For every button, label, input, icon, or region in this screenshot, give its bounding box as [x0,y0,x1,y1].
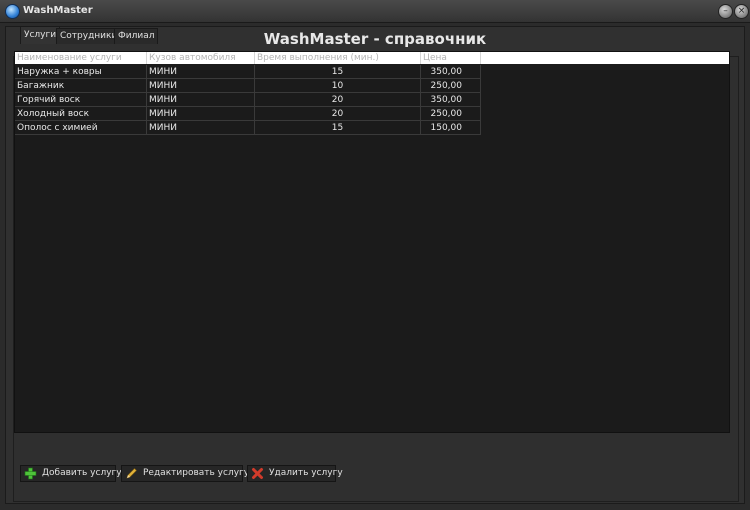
delete-service-button[interactable]: Удалить услугу [247,465,343,482]
add-service-button[interactable]: Добавить услугу [20,465,122,482]
app-icon [5,4,20,19]
window-title: WashMaster [23,5,93,16]
cell-time: 10 [255,79,421,93]
cell-price: 350,00 [421,65,481,79]
close-icon[interactable]: × [734,4,749,19]
cell-name: Багажник [15,79,147,93]
delete-x-icon [252,468,263,479]
delete-service-label: Удалить услугу [269,468,343,478]
plus-icon [24,467,37,480]
column-header-price[interactable]: Цена [421,52,481,64]
pencil-icon [126,468,137,479]
title-bar: WashMaster – × [0,0,750,23]
cell-time: 15 [255,65,421,79]
services-table[interactable]: Наименование услуги Кузов автомобиля Вре… [14,51,730,433]
cell-name: Ополос с химией [15,121,147,135]
table-row[interactable]: Багажник МИНИ 10 250,00 [15,79,481,93]
tab-services[interactable]: Услуги [20,26,61,44]
cell-name: Наружка + ковры [15,65,147,79]
cell-name: Горячий воск [15,93,147,107]
cell-body: МИНИ [147,121,255,135]
add-service-label: Добавить услугу [42,468,122,478]
column-header-name[interactable]: Наименование услуги [15,52,147,64]
cell-price: 350,00 [421,93,481,107]
table-row[interactable]: Холодный воск МИНИ 20 250,00 [15,107,481,121]
edit-service-label: Редактировать услугу [143,468,250,478]
cell-body: МИНИ [147,65,255,79]
cell-price: 150,00 [421,121,481,135]
tab-employees[interactable]: Сотрудники [56,28,122,44]
cell-body: МИНИ [147,79,255,93]
cell-body: МИНИ [147,93,255,107]
cell-name: Холодный воск [15,107,147,121]
table-row[interactable]: Наружка + ковры МИНИ 15 350,00 [15,65,481,79]
cell-time: 20 [255,93,421,107]
tab-branch[interactable]: Филиал [114,28,159,44]
cell-price: 250,00 [421,79,481,93]
column-header-time[interactable]: Время выполнения (мин.) [255,52,421,64]
column-header-body[interactable]: Кузов автомобиля [147,52,255,64]
table-row[interactable]: Горячий воск МИНИ 20 350,00 [15,93,481,107]
table-row[interactable]: Ополос с химией МИНИ 15 150,00 [15,121,481,135]
cell-body: МИНИ [147,107,255,121]
minimize-icon[interactable]: – [718,4,733,19]
table-header: Наименование услуги Кузов автомобиля Вре… [15,52,729,64]
cell-time: 15 [255,121,421,135]
cell-time: 20 [255,107,421,121]
cell-price: 250,00 [421,107,481,121]
edit-service-button[interactable]: Редактировать услугу [121,465,249,482]
